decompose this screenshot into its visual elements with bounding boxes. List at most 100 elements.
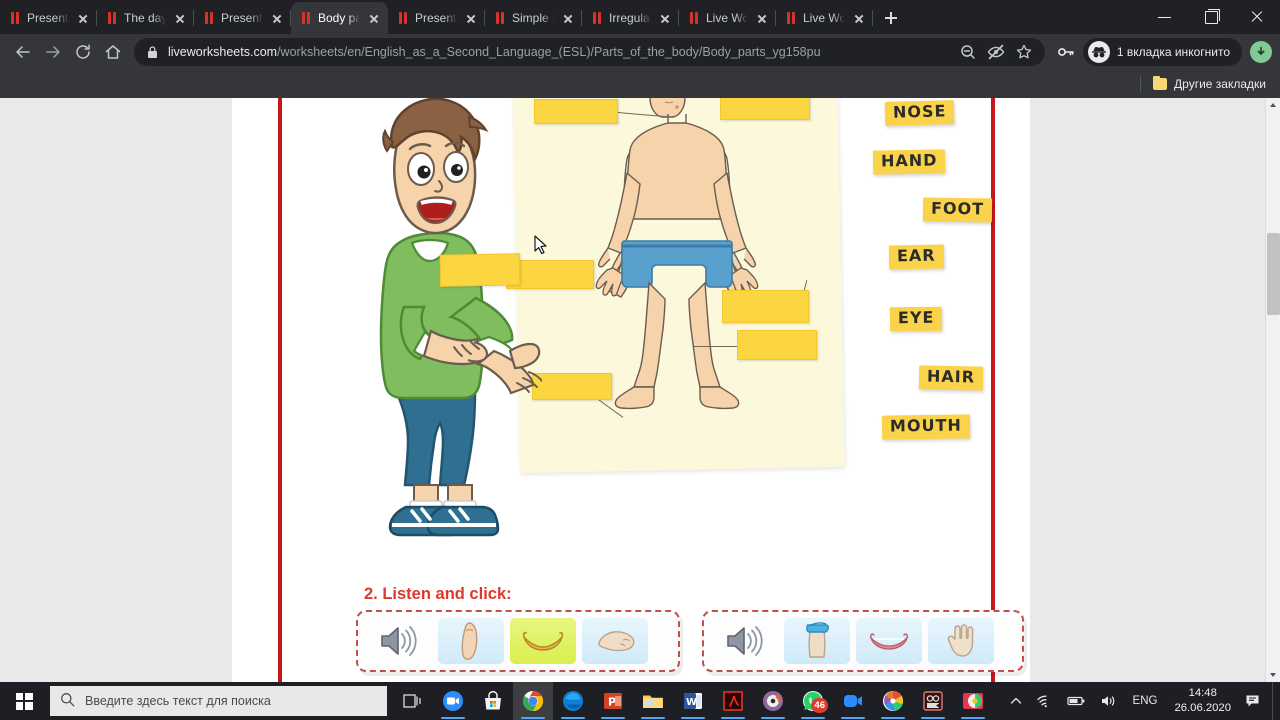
foot-icon[interactable]	[582, 618, 648, 664]
tab-close-button[interactable]	[269, 10, 285, 26]
taskbar-search-box[interactable]: Введите здесь текст для поиска	[50, 686, 387, 716]
tab-favicon-icon	[398, 12, 409, 24]
mouth-icon[interactable]	[856, 618, 922, 664]
browser-tab[interactable]: Live Work	[776, 2, 873, 34]
tab-title: Live Work	[706, 11, 748, 25]
back-button[interactable]	[8, 37, 38, 67]
tab-close-button[interactable]	[366, 10, 382, 26]
label-drop-target[interactable]	[737, 330, 817, 360]
start-button[interactable]	[0, 682, 48, 720]
section-2-title: 2. Listen and click:	[364, 585, 512, 603]
color-wheel-app-icon[interactable]	[873, 682, 913, 720]
minimize-button[interactable]	[1142, 0, 1188, 34]
tab-close-button[interactable]	[657, 10, 673, 26]
bookmark-star-icon[interactable]	[1011, 39, 1037, 65]
page-scrollbar[interactable]	[1265, 98, 1280, 682]
file-explorer-icon[interactable]	[633, 682, 673, 720]
battery-icon[interactable]	[1060, 682, 1093, 720]
new-tab-button[interactable]	[877, 4, 905, 32]
tab-close-button[interactable]	[463, 10, 479, 26]
word-label-chip[interactable]: FOOT	[922, 197, 993, 223]
microsoft-store-icon[interactable]	[473, 682, 513, 720]
speaker-icon[interactable]	[712, 618, 778, 664]
powerpoint-icon[interactable]: P	[593, 682, 633, 720]
media-player-icon[interactable]	[753, 682, 793, 720]
zoom-meeting-icon[interactable]	[833, 682, 873, 720]
browser-tab[interactable]: Present S	[388, 2, 485, 34]
label-drop-target[interactable]	[532, 373, 612, 400]
scroll-up-arrow-icon[interactable]	[1266, 98, 1280, 113]
browser-tab[interactable]: Body part	[291, 2, 388, 34]
page-border-right	[991, 98, 995, 682]
label-drop-target[interactable]	[720, 98, 810, 120]
browser-tab[interactable]: Present S	[0, 2, 97, 34]
volume-icon[interactable]	[1093, 682, 1124, 720]
word-label-chip[interactable]: NOSE	[884, 100, 955, 126]
word-label-chip[interactable]: HAND	[872, 149, 946, 175]
label-drop-target[interactable]	[534, 99, 618, 124]
browser-tab[interactable]: Simple Pa	[485, 2, 582, 34]
leg-icon[interactable]	[784, 618, 850, 664]
reload-button[interactable]	[68, 37, 98, 67]
scrollbar-thumb[interactable]	[1267, 233, 1280, 315]
adobe-acrobat-icon[interactable]	[713, 682, 753, 720]
tab-close-button[interactable]	[75, 10, 91, 26]
tab-close-button[interactable]	[172, 10, 188, 26]
notification-center-button[interactable]	[1239, 682, 1272, 720]
browser-tab[interactable]: Irregular	[582, 2, 679, 34]
tracking-blocked-icon[interactable]	[983, 39, 1009, 65]
home-button[interactable]	[98, 37, 128, 67]
label-drop-target[interactable]	[722, 290, 809, 323]
tab-close-button[interactable]	[754, 10, 770, 26]
hand-icon[interactable]	[928, 618, 994, 664]
mouth-icon[interactable]	[510, 618, 576, 664]
scroll-down-arrow-icon[interactable]	[1266, 667, 1280, 682]
language-indicator[interactable]: ENG	[1124, 682, 1167, 720]
tab-title: Simple Pa	[512, 11, 554, 25]
tab-title: Present S	[27, 11, 69, 25]
zoom-app-icon[interactable]	[433, 682, 473, 720]
address-bar[interactable]: liveworksheets.com/worksheets/en/English…	[134, 38, 1045, 66]
show-hidden-icons-button[interactable]	[1003, 682, 1029, 720]
tv-app-icon[interactable]	[953, 682, 993, 720]
word-label-chip[interactable]: EYE	[889, 306, 943, 332]
whatsapp-icon[interactable]: 46	[793, 682, 833, 720]
maximize-restore-button[interactable]	[1188, 0, 1234, 34]
browser-tab[interactable]: Live Work	[679, 2, 776, 34]
show-desktop-button[interactable]	[1272, 682, 1280, 720]
listen-and-click-group	[356, 610, 680, 672]
tab-title: The days	[124, 11, 166, 25]
tab-favicon-icon	[592, 12, 603, 24]
wifi-icon[interactable]	[1029, 682, 1060, 720]
windows-logo-icon	[15, 692, 33, 710]
key-icon[interactable]	[1051, 37, 1081, 67]
speaker-icon[interactable]	[366, 618, 432, 664]
download-indicator[interactable]	[1250, 41, 1272, 63]
taskbar-clock[interactable]: 14:48 26.06.2020	[1166, 682, 1239, 720]
search-icon	[60, 692, 75, 710]
tab-title: Live Work	[803, 11, 845, 25]
browser-tab[interactable]: The days	[97, 2, 194, 34]
held-label-card[interactable]	[439, 253, 521, 287]
tab-close-button[interactable]	[560, 10, 576, 26]
zoom-out-icon[interactable]	[955, 39, 981, 65]
forward-button[interactable]	[38, 37, 68, 67]
microsoft-word-icon[interactable]: W	[673, 682, 713, 720]
tab-close-button[interactable]	[851, 10, 867, 26]
word-label-chip[interactable]: MOUTH	[881, 414, 970, 440]
word-label-chip[interactable]: HAIR	[918, 365, 984, 391]
svg-text:P: P	[608, 696, 616, 709]
google-chrome-icon[interactable]	[513, 682, 553, 720]
system-tray: ENG 14:48 26.06.2020	[1003, 682, 1280, 720]
screen-recorder-icon[interactable]	[913, 682, 953, 720]
microsoft-edge-icon[interactable]	[553, 682, 593, 720]
close-window-button[interactable]	[1234, 0, 1280, 34]
tab-favicon-icon	[495, 12, 506, 24]
incognito-indicator[interactable]: 1 вкладка инкогнито	[1082, 38, 1242, 66]
word-label-chip[interactable]: EAR	[888, 244, 944, 270]
browser-tab[interactable]: Present S	[194, 2, 291, 34]
finger-icon[interactable]	[438, 618, 504, 664]
tab-strip: Present S The days Present S Body part Prese…	[0, 0, 1280, 34]
other-bookmarks-button[interactable]: Другие закладки	[1153, 75, 1266, 91]
task-view-button[interactable]	[393, 682, 433, 720]
